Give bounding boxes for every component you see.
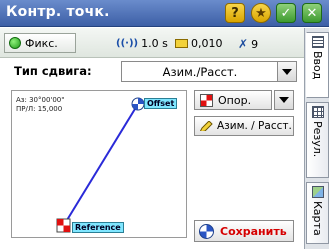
antenna-icon: ((·)): [116, 38, 139, 49]
pencil-icon: [199, 121, 213, 131]
chevron-down-icon: [279, 97, 289, 103]
offset-diagram: Аз: 30°00'00" ПР/Л: 15,000 Offset Refere…: [11, 90, 187, 238]
title-bar: Контр. точк. ? ★ ✓ ✕: [0, 0, 329, 27]
save-button-label: Сохранить: [220, 224, 287, 238]
reference-tag: Reference: [72, 222, 124, 233]
fix-status-button[interactable]: Фикс.: [4, 33, 76, 53]
save-button[interactable]: Сохранить: [194, 220, 294, 242]
offset-type-select[interactable]: Азим./Расст.: [121, 61, 297, 82]
help-icon: ?: [231, 5, 239, 21]
offset-tag: Offset: [144, 98, 178, 109]
tab-results[interactable]: Резул.: [306, 102, 329, 178]
star-icon: ★: [255, 5, 267, 21]
tab-map-label: Карта: [311, 201, 324, 236]
reference-dropdown-button[interactable]: [274, 90, 294, 110]
tab-results-label: Резул.: [311, 121, 324, 158]
satellite-count: ✗ 9: [238, 37, 258, 51]
side-tabs: Ввод Резул. Карта: [304, 28, 329, 249]
offset-type-value: Азим./Расст.: [162, 65, 238, 79]
help-button[interactable]: ?: [225, 3, 245, 23]
tab-map[interactable]: Карта: [306, 182, 329, 244]
azimuth-distance-label: Азим. / Расст.: [217, 120, 292, 132]
fix-status-label: Фикс.: [25, 36, 58, 50]
offset-line: [63, 103, 139, 226]
window-title: Контр. точк.: [6, 4, 110, 20]
reference-point-icon: [200, 93, 213, 107]
favorites-button[interactable]: ★: [251, 3, 271, 23]
satellite-icon: ✗: [238, 37, 249, 51]
offset-type-dropdown-button[interactable]: [277, 61, 297, 82]
grid-icon: [311, 106, 324, 118]
fix-status-icon: [9, 37, 21, 49]
precision-icon: [175, 39, 188, 48]
precision: 0,010: [175, 37, 223, 50]
save-icon: [199, 223, 214, 239]
reference-point-icon: [56, 218, 71, 233]
reference-button[interactable]: Опор.: [194, 90, 272, 110]
offset-diagram-svg: [56, 97, 145, 233]
checkmark-icon: ✓: [280, 5, 292, 21]
list-icon: [311, 36, 324, 48]
offset-point-icon: [131, 97, 145, 111]
satellite-value: 9: [251, 37, 259, 51]
close-button[interactable]: ✕: [302, 3, 322, 23]
offset-type-label: Тип сдвига:: [14, 64, 92, 78]
map-icon: [311, 186, 324, 198]
chevron-down-icon: [282, 68, 292, 75]
ok-button[interactable]: ✓: [276, 3, 296, 23]
status-bar: Фикс. ((·)) 1.0 s 0,010 ✗ 9: [0, 28, 304, 58]
reference-button-label: Опор.: [218, 93, 252, 107]
epoch-value: 1.0 s: [141, 37, 168, 50]
azimuth-distance-button[interactable]: Азим. / Расст.: [194, 116, 294, 136]
tab-input[interactable]: Ввод: [306, 32, 329, 98]
precision-value: 0,010: [191, 37, 223, 50]
epoch-rate: ((·)) 1.0 s: [116, 37, 168, 50]
close-icon: ✕: [306, 5, 318, 21]
tab-input-label: Ввод: [311, 51, 324, 80]
